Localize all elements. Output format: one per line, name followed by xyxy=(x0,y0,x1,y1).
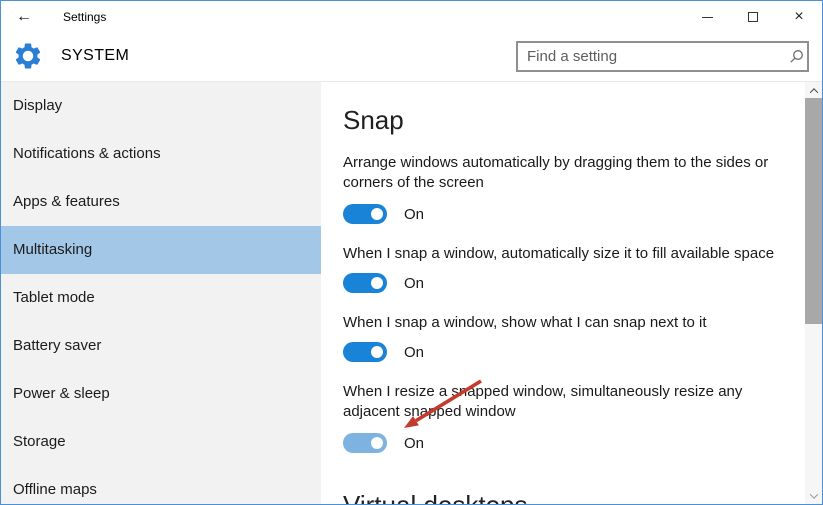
sidebar-item-apps-features[interactable]: Apps & features xyxy=(1,178,321,226)
close-icon: × xyxy=(794,8,804,25)
sidebar-item-tablet-mode[interactable]: Tablet mode xyxy=(1,274,321,322)
toggle-show-snap-suggestions[interactable] xyxy=(343,342,387,362)
section-heading-virtual-desktops: Virtual desktops xyxy=(343,489,822,504)
sidebar-item-notifications-actions[interactable]: Notifications & actions xyxy=(1,130,321,178)
sidebar-item-storage[interactable]: Storage xyxy=(1,418,321,466)
toggle-resize-adjacent[interactable] xyxy=(343,433,387,453)
toggle-knob xyxy=(371,346,383,358)
setting-arrange-windows: Arrange windows automatically by draggin… xyxy=(343,153,822,224)
sidebar-item-display[interactable]: Display xyxy=(1,82,321,130)
search-icon[interactable] xyxy=(785,49,807,65)
scrollbar[interactable] xyxy=(805,82,822,504)
close-button[interactable]: × xyxy=(776,1,822,33)
toggle-knob xyxy=(371,277,383,289)
toggle-state-label: On xyxy=(404,205,425,223)
settings-gear-icon xyxy=(13,41,43,71)
setting-show-snap-suggestions: When I snap a window, show what I can sn… xyxy=(343,313,822,362)
toggle-auto-size[interactable] xyxy=(343,273,387,293)
toggle-knob xyxy=(371,208,383,220)
sidebar-item-offline-maps[interactable]: Offline maps xyxy=(1,466,321,504)
window-controls: × xyxy=(684,1,822,33)
scroll-down-button[interactable] xyxy=(805,487,822,504)
chevron-down-icon xyxy=(809,489,818,499)
setting-label: When I snap a window, show what I can sn… xyxy=(343,314,707,331)
search-box[interactable] xyxy=(516,41,809,72)
minimize-icon xyxy=(701,16,713,18)
scrollbar-thumb[interactable] xyxy=(805,98,822,324)
toggle-state-label: On xyxy=(404,343,425,361)
toggle-state-label: On xyxy=(404,274,425,292)
title-bar: ← Settings × xyxy=(1,1,822,33)
chevron-up-icon xyxy=(809,87,818,97)
setting-label: When I resize a snapped window, simultan… xyxy=(343,383,743,420)
section-heading-snap: Snap xyxy=(343,105,404,135)
sidebar-item-multitasking[interactable]: Multitasking xyxy=(1,226,321,274)
maximize-button[interactable] xyxy=(730,1,776,33)
maximize-icon xyxy=(748,12,758,22)
setting-label: Arrange windows automatically by draggin… xyxy=(343,154,769,191)
content-pane: Snap Arrange windows automatically by dr… xyxy=(321,82,822,504)
setting-resize-adjacent: When I resize a snapped window, simultan… xyxy=(343,382,822,453)
sidebar-item-power-sleep[interactable]: Power & sleep xyxy=(1,370,321,418)
toggle-arrange-windows[interactable] xyxy=(343,204,387,224)
toggle-state-label: On xyxy=(404,434,425,452)
toggle-knob xyxy=(371,437,383,449)
minimize-button[interactable] xyxy=(684,1,730,33)
setting-auto-size: When I snap a window, automatically size… xyxy=(343,244,822,293)
sidebar-item-battery-saver[interactable]: Battery saver xyxy=(1,322,321,370)
sidebar: Display Notifications & actions Apps & f… xyxy=(1,82,321,504)
page-title: SYSTEM xyxy=(61,47,130,64)
back-icon[interactable]: ← xyxy=(1,8,47,26)
window-title: Settings xyxy=(63,10,107,24)
search-input[interactable] xyxy=(518,48,785,65)
window-body: Display Notifications & actions Apps & f… xyxy=(1,81,822,504)
setting-label: When I snap a window, automatically size… xyxy=(343,245,775,262)
page-header: SYSTEM xyxy=(1,33,822,81)
settings-window: ← Settings × SYSTEM Find a setting Displ… xyxy=(0,0,823,505)
scroll-up-button[interactable] xyxy=(805,82,822,99)
